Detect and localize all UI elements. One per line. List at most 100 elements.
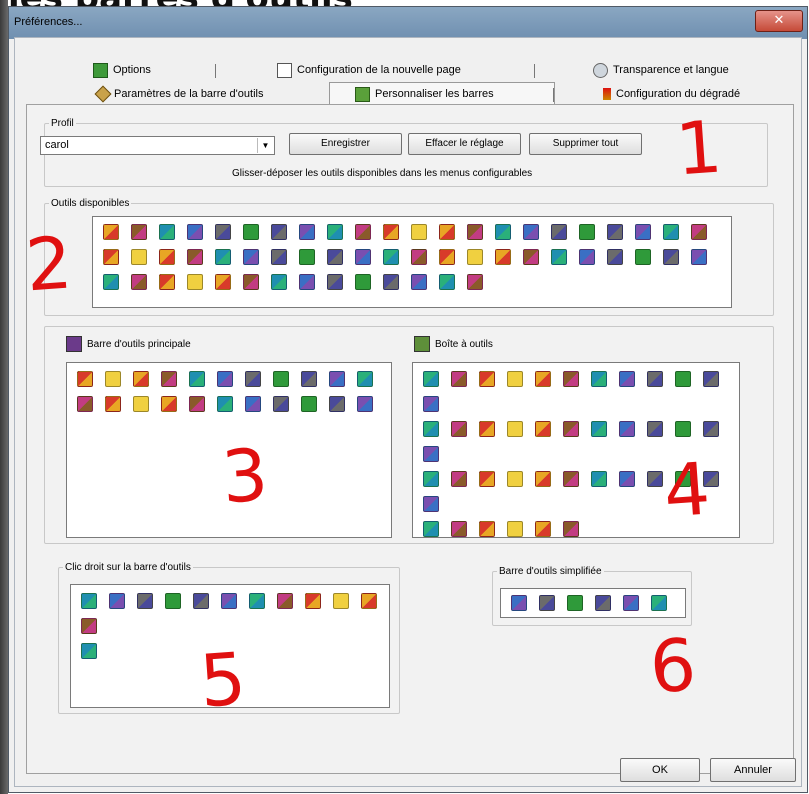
simple-toolbar-box[interactable] xyxy=(500,588,686,618)
chevron-down-icon[interactable]: ▼ xyxy=(257,138,273,153)
tool-icon[interactable] xyxy=(579,249,595,265)
tool-icon[interactable] xyxy=(193,593,209,609)
tool-icon[interactable] xyxy=(271,224,287,240)
tool-icon[interactable] xyxy=(619,421,635,437)
reset-settings-button[interactable]: Effacer le réglage xyxy=(408,133,521,155)
tool-icon[interactable] xyxy=(507,471,523,487)
tool-icon[interactable] xyxy=(133,371,149,387)
tool-icon[interactable] xyxy=(161,371,177,387)
tool-icon[interactable] xyxy=(563,371,579,387)
tool-icon[interactable] xyxy=(105,396,121,412)
tool-icon[interactable] xyxy=(451,521,467,537)
tool-icon[interactable] xyxy=(333,593,349,609)
tool-icon[interactable] xyxy=(189,396,205,412)
tool-icon[interactable] xyxy=(161,396,177,412)
tool-icon[interactable] xyxy=(277,593,293,609)
tab-toolbar-settings[interactable]: Paramètres de la barre d'outils xyxy=(94,84,263,104)
tool-icon[interactable] xyxy=(329,396,345,412)
tool-icon[interactable] xyxy=(607,224,623,240)
close-button[interactable]: ✕ xyxy=(755,10,803,32)
tool-icon[interactable] xyxy=(105,371,121,387)
tool-icon[interactable] xyxy=(635,249,651,265)
tool-icon[interactable] xyxy=(327,224,343,240)
tool-icon[interactable] xyxy=(305,593,321,609)
tool-icon[interactable] xyxy=(189,371,205,387)
tab-transparency[interactable]: Transparence et langue xyxy=(593,60,729,80)
tool-icon[interactable] xyxy=(651,595,667,611)
tool-icon[interactable] xyxy=(411,274,427,290)
tool-icon[interactable] xyxy=(467,274,483,290)
tool-icon[interactable] xyxy=(591,371,607,387)
tool-icon[interactable] xyxy=(423,446,439,462)
tool-icon[interactable] xyxy=(187,274,203,290)
tool-icon[interactable] xyxy=(329,371,345,387)
tool-icon[interactable] xyxy=(299,274,315,290)
tool-icon[interactable] xyxy=(357,371,373,387)
tool-icon[interactable] xyxy=(619,471,635,487)
tool-icon[interactable] xyxy=(451,421,467,437)
tool-icon[interactable] xyxy=(271,274,287,290)
delete-all-button[interactable]: Supprimer tout xyxy=(529,133,642,155)
tool-icon[interactable] xyxy=(243,274,259,290)
tab-customize-bars[interactable]: Personnaliser les barres xyxy=(355,84,494,104)
tool-icon[interactable] xyxy=(563,421,579,437)
tool-icon[interactable] xyxy=(77,371,93,387)
tool-icon[interactable] xyxy=(221,593,237,609)
tool-icon[interactable] xyxy=(663,249,679,265)
tool-icon[interactable] xyxy=(131,274,147,290)
profile-select[interactable]: carol ▼ xyxy=(40,136,275,155)
ok-button[interactable]: OK xyxy=(620,758,700,782)
tool-icon[interactable] xyxy=(383,249,399,265)
tool-icon[interactable] xyxy=(131,224,147,240)
tool-icon[interactable] xyxy=(691,249,707,265)
tool-icon[interactable] xyxy=(675,371,691,387)
tool-icon[interactable] xyxy=(507,371,523,387)
tool-icon[interactable] xyxy=(423,521,439,537)
tool-icon[interactable] xyxy=(623,595,639,611)
tool-icon[interactable] xyxy=(479,371,495,387)
tool-icon[interactable] xyxy=(479,521,495,537)
tool-icon[interactable] xyxy=(579,224,595,240)
tool-icon[interactable] xyxy=(535,371,551,387)
tool-icon[interactable] xyxy=(423,371,439,387)
tool-icon[interactable] xyxy=(159,224,175,240)
tool-icon[interactable] xyxy=(217,396,233,412)
tool-icon[interactable] xyxy=(495,249,511,265)
tool-icon[interactable] xyxy=(423,471,439,487)
tool-icon[interactable] xyxy=(245,396,261,412)
tool-icon[interactable] xyxy=(355,224,371,240)
tool-icon[interactable] xyxy=(647,471,663,487)
tool-icon[interactable] xyxy=(77,396,93,412)
tool-icon[interactable] xyxy=(619,371,635,387)
tool-icon[interactable] xyxy=(131,249,147,265)
tool-icon[interactable] xyxy=(507,421,523,437)
tab-options[interactable]: Options xyxy=(93,60,151,80)
tool-icon[interactable] xyxy=(165,593,181,609)
tab-new-page[interactable]: Configuration de la nouvelle page xyxy=(277,60,461,80)
tool-icon[interactable] xyxy=(133,396,149,412)
tool-icon[interactable] xyxy=(479,421,495,437)
tool-icon[interactable] xyxy=(523,224,539,240)
tool-icon[interactable] xyxy=(563,521,579,537)
tool-icon[interactable] xyxy=(607,249,623,265)
tool-icon[interactable] xyxy=(327,274,343,290)
tool-icon[interactable] xyxy=(215,274,231,290)
tool-icon[interactable] xyxy=(567,595,583,611)
tool-icon[interactable] xyxy=(451,471,467,487)
tool-icon[interactable] xyxy=(215,224,231,240)
tool-icon[interactable] xyxy=(361,593,377,609)
tool-icon[interactable] xyxy=(423,396,439,412)
tool-icon[interactable] xyxy=(243,224,259,240)
tool-icon[interactable] xyxy=(109,593,125,609)
tool-icon[interactable] xyxy=(591,471,607,487)
tool-icon[interactable] xyxy=(299,249,315,265)
tool-icon[interactable] xyxy=(539,595,555,611)
tool-icon[interactable] xyxy=(299,224,315,240)
tool-icon[interactable] xyxy=(439,249,455,265)
tool-icon[interactable] xyxy=(243,249,259,265)
tool-icon[interactable] xyxy=(535,521,551,537)
tool-icon[interactable] xyxy=(245,371,261,387)
tool-icon[interactable] xyxy=(273,371,289,387)
tool-icon[interactable] xyxy=(273,396,289,412)
tool-icon[interactable] xyxy=(423,421,439,437)
